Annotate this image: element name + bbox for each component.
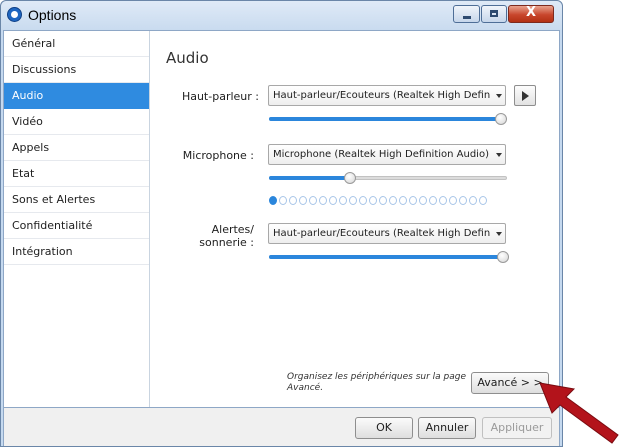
level-dot bbox=[269, 196, 277, 205]
ok-button[interactable]: OK bbox=[355, 417, 413, 439]
sidebar-item-audio[interactable]: Audio bbox=[4, 83, 149, 109]
close-button[interactable]: X bbox=[508, 5, 554, 23]
level-dot bbox=[299, 196, 307, 205]
slider-thumb[interactable] bbox=[497, 251, 509, 263]
level-dot bbox=[319, 196, 327, 205]
app-logo-icon bbox=[7, 7, 22, 22]
speaker-device-select[interactable]: Haut-parleur/Ecouteurs (Realtek High Def… bbox=[268, 85, 506, 106]
level-dot bbox=[399, 196, 407, 205]
cancel-button[interactable]: Annuler bbox=[418, 417, 476, 439]
level-dot bbox=[279, 196, 287, 205]
chevron-down-icon bbox=[496, 94, 502, 98]
window-title: Options bbox=[28, 7, 77, 23]
microphone-volume-slider[interactable] bbox=[269, 172, 507, 184]
dialog-content: Général Discussions Audio Vidéo Appels E… bbox=[3, 30, 560, 408]
speaker-label: Haut-parleur : bbox=[181, 90, 259, 103]
level-dot bbox=[409, 196, 417, 205]
level-dot bbox=[329, 196, 337, 205]
speaker-volume-slider[interactable] bbox=[269, 113, 507, 125]
annotation-arrow-icon bbox=[539, 382, 619, 444]
level-dot bbox=[459, 196, 467, 205]
microphone-label: Microphone : bbox=[182, 149, 254, 162]
close-icon: X bbox=[525, 5, 537, 20]
microphone-device-select[interactable]: Microphone (Realtek High Definition Audi… bbox=[268, 144, 506, 165]
level-dot bbox=[379, 196, 387, 205]
alerts-label: Alertes/ sonnerie : bbox=[150, 223, 254, 249]
minimize-icon bbox=[463, 16, 471, 19]
speaker-device-value: Haut-parleur/Ecouteurs (Realtek High Def… bbox=[273, 90, 491, 101]
slider-fill bbox=[269, 255, 503, 259]
level-dot bbox=[389, 196, 397, 205]
alerts-label-line1: Alertes/ bbox=[211, 223, 254, 236]
alerts-label-line2: sonnerie : bbox=[199, 236, 254, 249]
slider-fill bbox=[269, 176, 350, 180]
level-dot bbox=[369, 196, 377, 205]
options-sidebar: Général Discussions Audio Vidéo Appels E… bbox=[4, 31, 150, 407]
options-window: Options X Général Discussions Audio Vidé… bbox=[0, 0, 563, 447]
level-dot bbox=[349, 196, 357, 205]
minimize-button[interactable] bbox=[453, 5, 480, 23]
level-dot bbox=[309, 196, 317, 205]
slider-fill bbox=[269, 117, 501, 121]
advanced-hint-text: Organisez les périphériques sur la page … bbox=[287, 372, 467, 393]
sidebar-item-calls[interactable]: Appels bbox=[4, 135, 149, 161]
sidebar-item-status[interactable]: Etat bbox=[4, 161, 149, 187]
page-title: Audio bbox=[166, 49, 209, 67]
chevron-down-icon bbox=[496, 232, 502, 236]
level-dot bbox=[289, 196, 297, 205]
sidebar-item-discussions[interactable]: Discussions bbox=[4, 57, 149, 83]
audio-panel: Audio Haut-parleur : Haut-parleur/Ecoute… bbox=[151, 31, 559, 407]
level-dot bbox=[449, 196, 457, 205]
title-bar[interactable]: Options X bbox=[1, 1, 562, 30]
level-dot bbox=[479, 196, 487, 205]
slider-thumb[interactable] bbox=[495, 113, 507, 125]
sidebar-item-video[interactable]: Vidéo bbox=[4, 109, 149, 135]
chevron-down-icon bbox=[496, 153, 502, 157]
sidebar-item-privacy[interactable]: Confidentialité bbox=[4, 213, 149, 239]
play-icon bbox=[522, 91, 529, 101]
level-dot bbox=[439, 196, 447, 205]
sidebar-item-general[interactable]: Général bbox=[4, 31, 149, 57]
alerts-device-select[interactable]: Haut-parleur/Ecouteurs (Realtek High Def… bbox=[268, 223, 506, 244]
play-test-sound-button[interactable] bbox=[514, 85, 536, 106]
maximize-button[interactable] bbox=[481, 5, 507, 23]
level-dot bbox=[419, 196, 427, 205]
level-dot bbox=[359, 196, 367, 205]
microphone-device-value: Microphone (Realtek High Definition Audi… bbox=[273, 149, 489, 160]
annotation-arrow-shape bbox=[539, 382, 619, 444]
sidebar-item-sounds-alerts[interactable]: Sons et Alertes bbox=[4, 187, 149, 213]
level-dot bbox=[429, 196, 437, 205]
microphone-level-meter bbox=[269, 196, 487, 206]
alerts-volume-slider[interactable] bbox=[269, 251, 509, 263]
level-dot bbox=[469, 196, 477, 205]
sidebar-item-integration[interactable]: Intégration bbox=[4, 239, 149, 265]
dialog-footer: OK Annuler Appliquer bbox=[3, 408, 560, 446]
level-dot bbox=[339, 196, 347, 205]
slider-thumb[interactable] bbox=[344, 172, 356, 184]
maximize-icon bbox=[490, 10, 498, 17]
alerts-device-value: Haut-parleur/Ecouteurs (Realtek High Def… bbox=[273, 228, 491, 239]
